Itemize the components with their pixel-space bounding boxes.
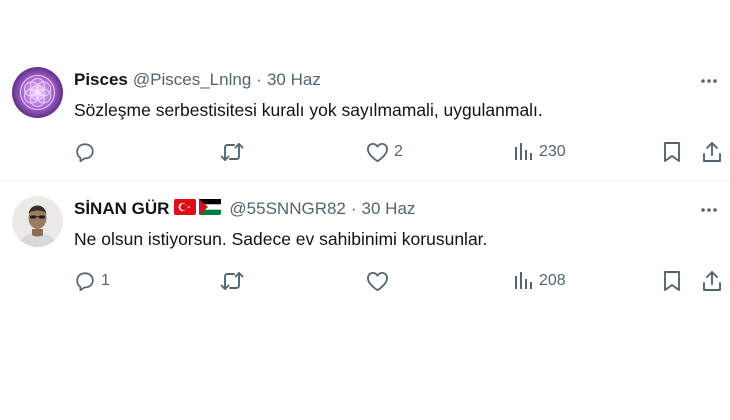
separator-dot: · xyxy=(256,70,262,89)
like-count: 2 xyxy=(394,143,403,160)
bookmark-icon xyxy=(663,270,681,292)
user-handle[interactable]: @55SNNGR82 xyxy=(229,199,345,219)
bookmark-icon xyxy=(663,141,681,163)
tweet[interactable]: Pisces @Pisces_Lnlng · 30 Haz Sözleşme s… xyxy=(0,52,730,180)
like-button[interactable]: 2 xyxy=(366,140,403,164)
views-button[interactable]: 208 xyxy=(514,269,566,293)
retweet-icon xyxy=(220,141,244,163)
views-button[interactable]: 230 xyxy=(514,140,566,164)
tweet-header: Pisces @Pisces_Lnlng · 30 Haz xyxy=(74,69,321,91)
views-count: 208 xyxy=(539,272,566,289)
tweet-header: SİNAN GÜR @55SNNGR82 · 30 Haz xyxy=(74,198,415,220)
views-icon xyxy=(514,142,534,162)
like-icon xyxy=(366,270,389,292)
avatar[interactable] xyxy=(12,67,63,118)
action-bar: 2 230 xyxy=(74,140,730,164)
tweet-date[interactable]: 30 Haz xyxy=(362,199,416,219)
tweet-date[interactable]: 30 Haz xyxy=(267,70,321,90)
like-icon xyxy=(366,141,389,163)
user-handle[interactable]: @Pisces_Lnlng xyxy=(133,70,251,90)
tweet[interactable]: SİNAN GÜR @55SNNGR82 · 30 Haz Ne olsun i… xyxy=(0,181,730,306)
bookmark-button[interactable] xyxy=(663,269,681,293)
bookmark-button[interactable] xyxy=(663,140,681,164)
retweet-button[interactable] xyxy=(220,140,249,164)
share-icon xyxy=(702,141,722,163)
share-button[interactable] xyxy=(702,140,722,164)
display-name[interactable]: Pisces xyxy=(74,70,128,90)
share-icon xyxy=(702,270,722,292)
reply-button[interactable] xyxy=(74,140,101,164)
turkey-flag-icon xyxy=(174,198,197,220)
palestine-flag-icon xyxy=(199,198,222,220)
tweet-text: Sözleşme serbestisitesi kuralı yok sayıl… xyxy=(74,100,543,120)
display-name[interactable]: SİNAN GÜR xyxy=(74,199,169,219)
reply-icon xyxy=(74,141,96,163)
name-emoji-flags xyxy=(174,198,224,220)
tweet-text: Ne olsun istiyorsun. Sadece ev sahibinim… xyxy=(74,229,488,249)
share-button[interactable] xyxy=(702,269,722,293)
avatar[interactable] xyxy=(12,196,63,247)
reply-count: 1 xyxy=(101,272,110,289)
more-icon[interactable] xyxy=(696,68,722,94)
retweet-icon xyxy=(220,270,244,292)
action-bar: 1 208 xyxy=(74,269,730,293)
reply-icon xyxy=(74,270,96,292)
like-button[interactable] xyxy=(366,269,394,293)
retweet-button[interactable] xyxy=(220,269,249,293)
views-count: 230 xyxy=(539,143,566,160)
more-icon[interactable] xyxy=(696,197,722,223)
separator-dot: · xyxy=(350,199,357,218)
views-icon xyxy=(514,271,534,291)
reply-button[interactable]: 1 xyxy=(74,269,110,293)
